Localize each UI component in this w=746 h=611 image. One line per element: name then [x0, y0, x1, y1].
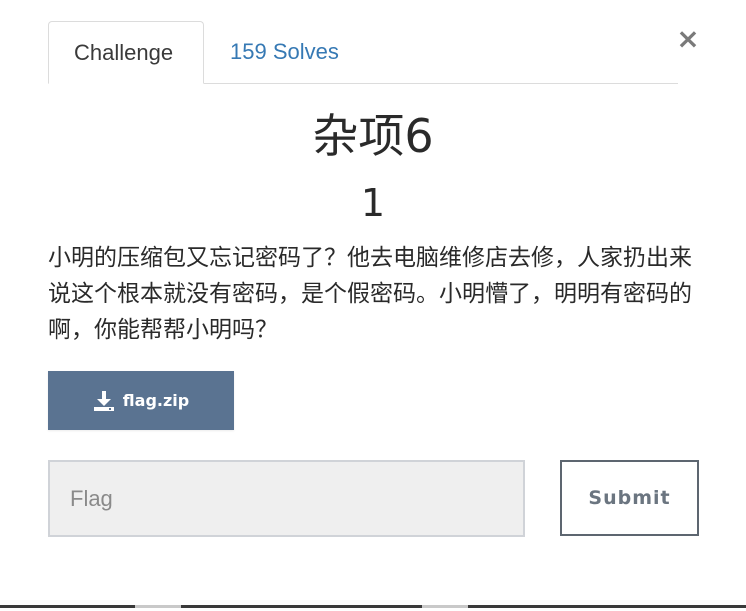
tab-challenge[interactable]: Challenge	[48, 21, 204, 84]
challenge-value: 1	[360, 181, 386, 225]
close-button[interactable]: ×	[676, 24, 700, 54]
challenge-description: 小明的压缩包又忘记密码了？他去电脑维修店去修，人家扔出来说这个根本就没有密码，是…	[48, 245, 692, 343]
submit-button[interactable]: Submit	[560, 460, 699, 536]
file-name: flag.zip	[122, 391, 190, 410]
bottom-divider	[0, 605, 746, 608]
bottom-scroll-mark	[135, 605, 181, 608]
download-file-button[interactable]: flag.zip	[48, 371, 234, 430]
download-icon	[93, 390, 115, 412]
tab-solves[interactable]: 159 Solves	[205, 21, 364, 83]
challenge-modal: Challenge 159 Solves × 杂项6 1 小明的压缩包又忘记密码…	[0, 0, 746, 611]
bottom-scroll-mark	[422, 605, 468, 608]
challenge-name: 杂项6	[312, 109, 434, 163]
challenge-tabs: Challenge 159 Solves	[48, 21, 678, 84]
flag-input[interactable]	[48, 460, 525, 537]
